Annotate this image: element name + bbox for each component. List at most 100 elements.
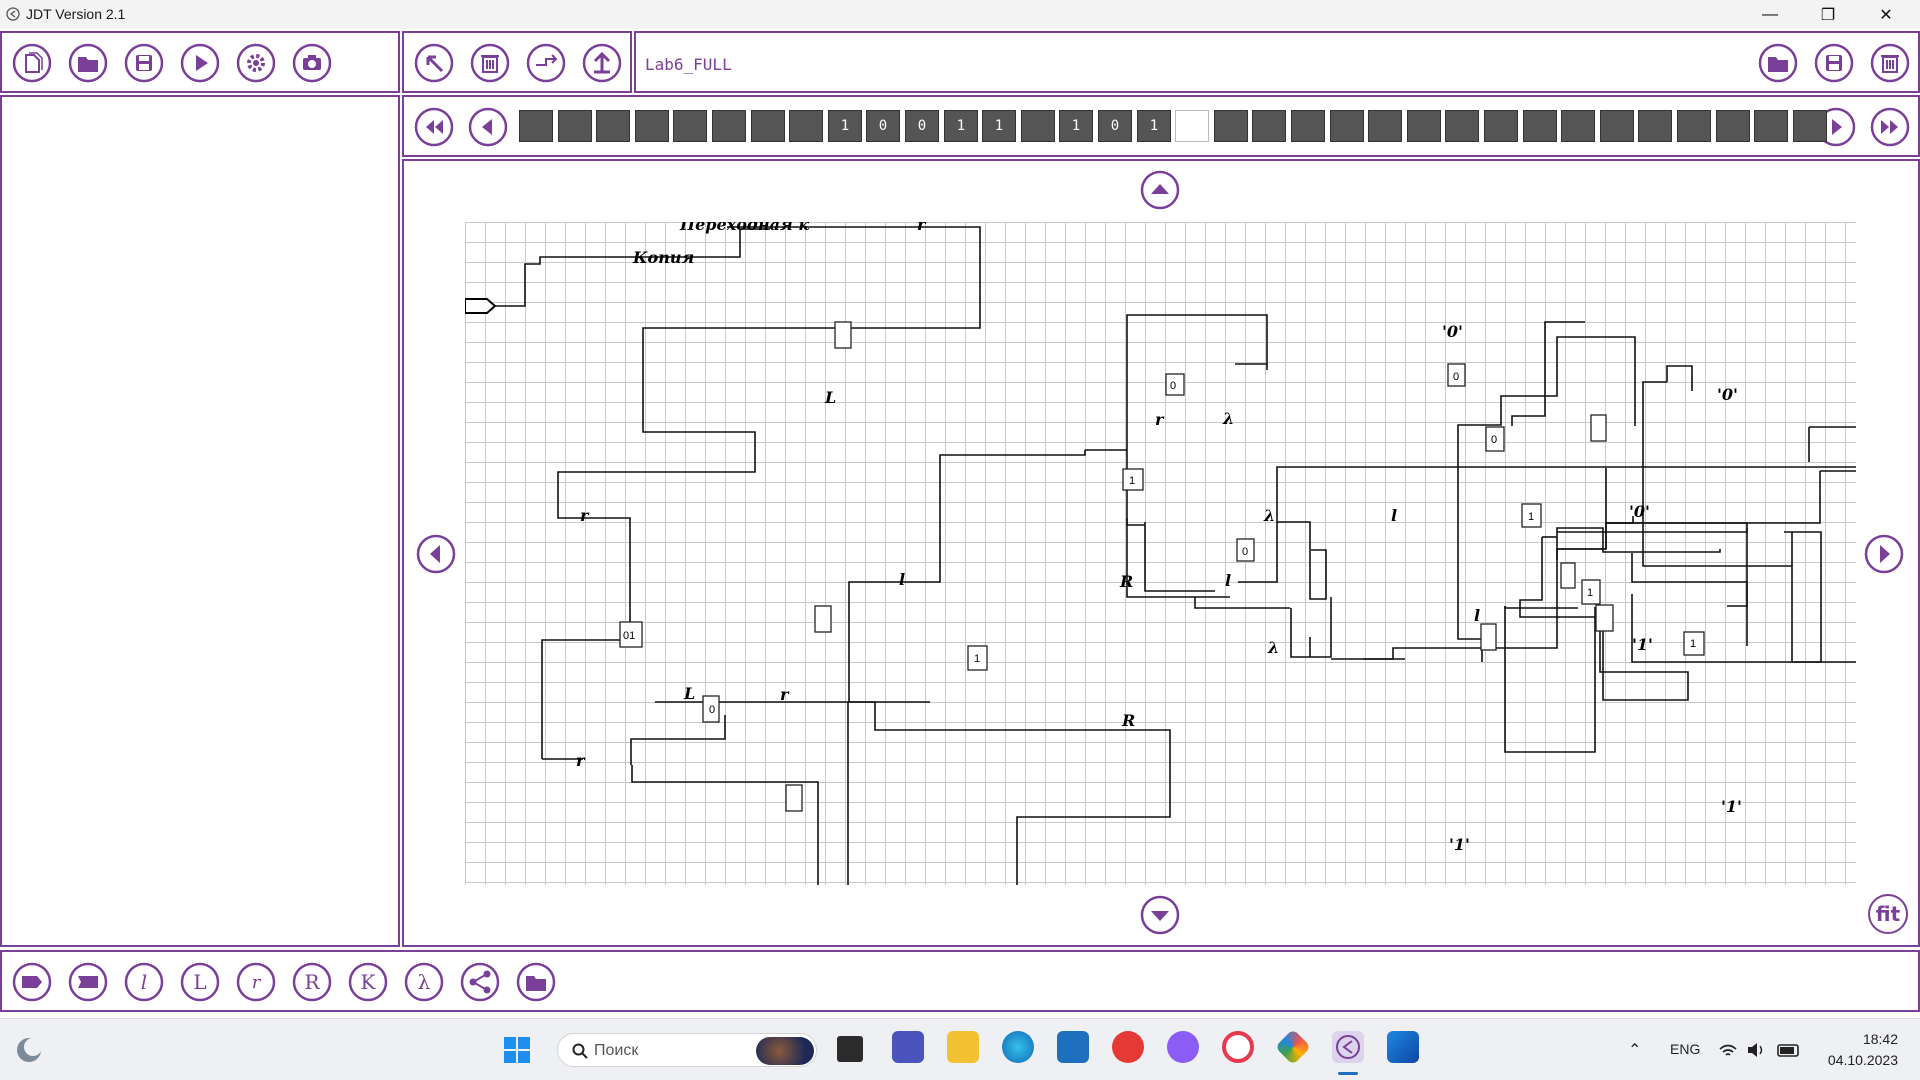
- tape-cell[interactable]: 1: [1059, 110, 1093, 142]
- tape-cell[interactable]: [789, 110, 823, 142]
- l-lower-icon: l: [124, 962, 164, 1002]
- scroll-down-button[interactable]: [1140, 895, 1180, 935]
- scroll-right-button[interactable]: [1864, 534, 1904, 574]
- language-indicator[interactable]: ENG: [1670, 1041, 1700, 1057]
- tape-cell[interactable]: 1: [982, 110, 1016, 142]
- windows-logo-icon: [504, 1037, 530, 1063]
- add-R-upper-button[interactable]: R: [292, 962, 332, 1002]
- tape-cell[interactable]: [558, 110, 592, 142]
- tape-cell[interactable]: [596, 110, 630, 142]
- tape-cell[interactable]: [1754, 110, 1788, 142]
- tape-cell[interactable]: [751, 110, 785, 142]
- tape-cell[interactable]: [1716, 110, 1750, 142]
- tape-cell[interactable]: [1330, 110, 1364, 142]
- scroll-up-button[interactable]: [1140, 170, 1180, 210]
- tray-icons[interactable]: [1718, 1040, 1804, 1060]
- label-R: R: [1121, 711, 1135, 730]
- paint-icon[interactable]: [1387, 1031, 1419, 1063]
- close-button[interactable]: ✕: [1858, 0, 1914, 29]
- taskbar-search[interactable]: Поиск: [557, 1033, 817, 1067]
- add-lambda-button[interactable]: λ: [404, 962, 444, 1002]
- delete-button[interactable]: [470, 43, 510, 83]
- file-explorer-icon[interactable]: [947, 1031, 979, 1063]
- box-label: 0: [1242, 546, 1248, 558]
- tape-cell[interactable]: [1484, 110, 1518, 142]
- open-submachine-button[interactable]: [516, 962, 556, 1002]
- snapshot-button[interactable]: [292, 43, 332, 83]
- new-file-icon: [12, 43, 52, 83]
- teams-icon[interactable]: [892, 1031, 924, 1063]
- settings-button[interactable]: [236, 43, 276, 83]
- gear-icon: [236, 43, 276, 83]
- upload-button[interactable]: [582, 43, 622, 83]
- arrow-up-left-icon: [414, 43, 454, 83]
- jdt-taskbar-icon[interactable]: [1332, 1031, 1364, 1063]
- tape-head-cell[interactable]: [1175, 110, 1209, 142]
- tape-cell[interactable]: 0: [1098, 110, 1132, 142]
- box-label: 1: [974, 653, 980, 665]
- tape-cell[interactable]: [1214, 110, 1248, 142]
- tape-cell[interactable]: [1407, 110, 1441, 142]
- tape-cell[interactable]: [1445, 110, 1479, 142]
- add-l-lower-button[interactable]: l: [124, 962, 164, 1002]
- tape-cell[interactable]: [635, 110, 669, 142]
- machine-open-button[interactable]: [1758, 43, 1798, 83]
- tape-cell[interactable]: [1600, 110, 1634, 142]
- tape-cell[interactable]: [673, 110, 707, 142]
- opera-icon[interactable]: [1222, 1031, 1254, 1063]
- app-icon: [6, 7, 20, 21]
- route-button[interactable]: [526, 43, 566, 83]
- tape-cell[interactable]: [712, 110, 746, 142]
- share-button[interactable]: [460, 962, 500, 1002]
- alice-icon[interactable]: [1167, 1031, 1199, 1063]
- edge-icon[interactable]: [1002, 1031, 1034, 1063]
- fit-button[interactable]: fit: [1868, 894, 1908, 934]
- tape-cell[interactable]: [1638, 110, 1672, 142]
- yandex-icon[interactable]: [1112, 1031, 1144, 1063]
- tape-cell[interactable]: [1561, 110, 1595, 142]
- machine-delete-button[interactable]: [1870, 43, 1910, 83]
- scroll-left-button[interactable]: [416, 534, 456, 574]
- tray-chevron-icon[interactable]: ⌃: [1628, 1040, 1641, 1060]
- add-tag-button[interactable]: [12, 962, 52, 1002]
- task-view-icon[interactable]: [837, 1036, 863, 1062]
- weather-icon[interactable]: [14, 1035, 44, 1065]
- add-r-lower-button[interactable]: r: [236, 962, 276, 1002]
- tape-cell[interactable]: 1: [1137, 110, 1171, 142]
- tape-cell[interactable]: [1677, 110, 1711, 142]
- new-file-button[interactable]: [12, 43, 52, 83]
- diagram-edges: [475, 226, 1856, 885]
- tape-rewind-button[interactable]: [414, 107, 454, 147]
- lambda-letter: λ: [418, 970, 431, 994]
- machine-library-panel: [0, 95, 400, 947]
- tape-fast-forward-button[interactable]: [1870, 107, 1910, 147]
- tape-step-left-button[interactable]: [468, 107, 508, 147]
- tape-cell[interactable]: 1: [828, 110, 862, 142]
- restore-button[interactable]: ❐: [1800, 0, 1856, 29]
- minimize-button[interactable]: —: [1742, 0, 1798, 29]
- tape-cell[interactable]: [1523, 110, 1557, 142]
- tape-cell[interactable]: [1368, 110, 1402, 142]
- open-folder-button[interactable]: [68, 43, 108, 83]
- run-button[interactable]: [180, 43, 220, 83]
- store-icon[interactable]: [1057, 1031, 1089, 1063]
- tape-cell[interactable]: [1021, 110, 1055, 142]
- machine-save-button[interactable]: [1814, 43, 1854, 83]
- clock-date[interactable]: 04.10.2023: [1818, 1052, 1898, 1068]
- select-button[interactable]: [414, 43, 454, 83]
- tape-cell[interactable]: [1793, 110, 1827, 142]
- start-button[interactable]: [503, 1036, 531, 1064]
- arrow-down-icon: [1140, 895, 1180, 935]
- add-state-button[interactable]: [68, 962, 108, 1002]
- add-K-upper-button[interactable]: K: [348, 962, 388, 1002]
- tape-cell[interactable]: [1291, 110, 1325, 142]
- tape-cell[interactable]: 1: [944, 110, 978, 142]
- tape-cell[interactable]: [1252, 110, 1286, 142]
- save-button[interactable]: [124, 43, 164, 83]
- tape-cell[interactable]: [519, 110, 553, 142]
- tape-cell[interactable]: 0: [905, 110, 939, 142]
- add-L-upper-button[interactable]: L: [180, 962, 220, 1002]
- clock-time[interactable]: 18:42: [1838, 1031, 1898, 1047]
- tape-cell[interactable]: 0: [866, 110, 900, 142]
- label-r: r: [580, 506, 590, 525]
